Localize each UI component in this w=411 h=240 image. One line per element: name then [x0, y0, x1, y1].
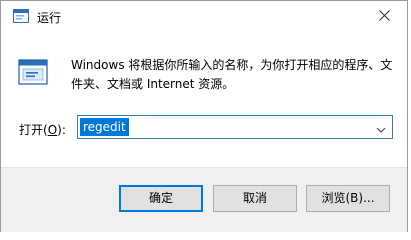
run-description: Windows 将根据你所输入的名称，为你打开相应的程序、文件夹、文档或 Int… — [71, 58, 393, 91]
run-dialog: 运行 Windows 将根据你所输入的名称，为你打开相应的程序、文件夹、文档或 … — [0, 0, 408, 232]
run-dialog-icon — [13, 9, 29, 23]
cancel-button[interactable]: 取消 — [213, 185, 297, 212]
open-combobox[interactable]: regedit — [77, 115, 393, 139]
button-bar: 确定 取消 浏览(B)... — [1, 167, 407, 232]
chevron-down-icon[interactable] — [376, 123, 386, 133]
open-input[interactable]: regedit — [80, 118, 129, 136]
open-label-suffix: ): — [57, 123, 66, 137]
open-label: 打开(O): — [19, 121, 66, 138]
open-label-accelerator: O — [47, 123, 58, 137]
ok-button[interactable]: 确定 — [119, 185, 203, 212]
title-bar[interactable]: 运行 — [1, 1, 407, 33]
window-title: 运行 — [37, 11, 62, 25]
open-label-prefix: 打开( — [19, 123, 48, 137]
close-icon — [378, 10, 390, 24]
run-icon — [18, 59, 48, 85]
browse-button[interactable]: 浏览(B)... — [306, 185, 390, 212]
close-button[interactable] — [367, 4, 401, 30]
